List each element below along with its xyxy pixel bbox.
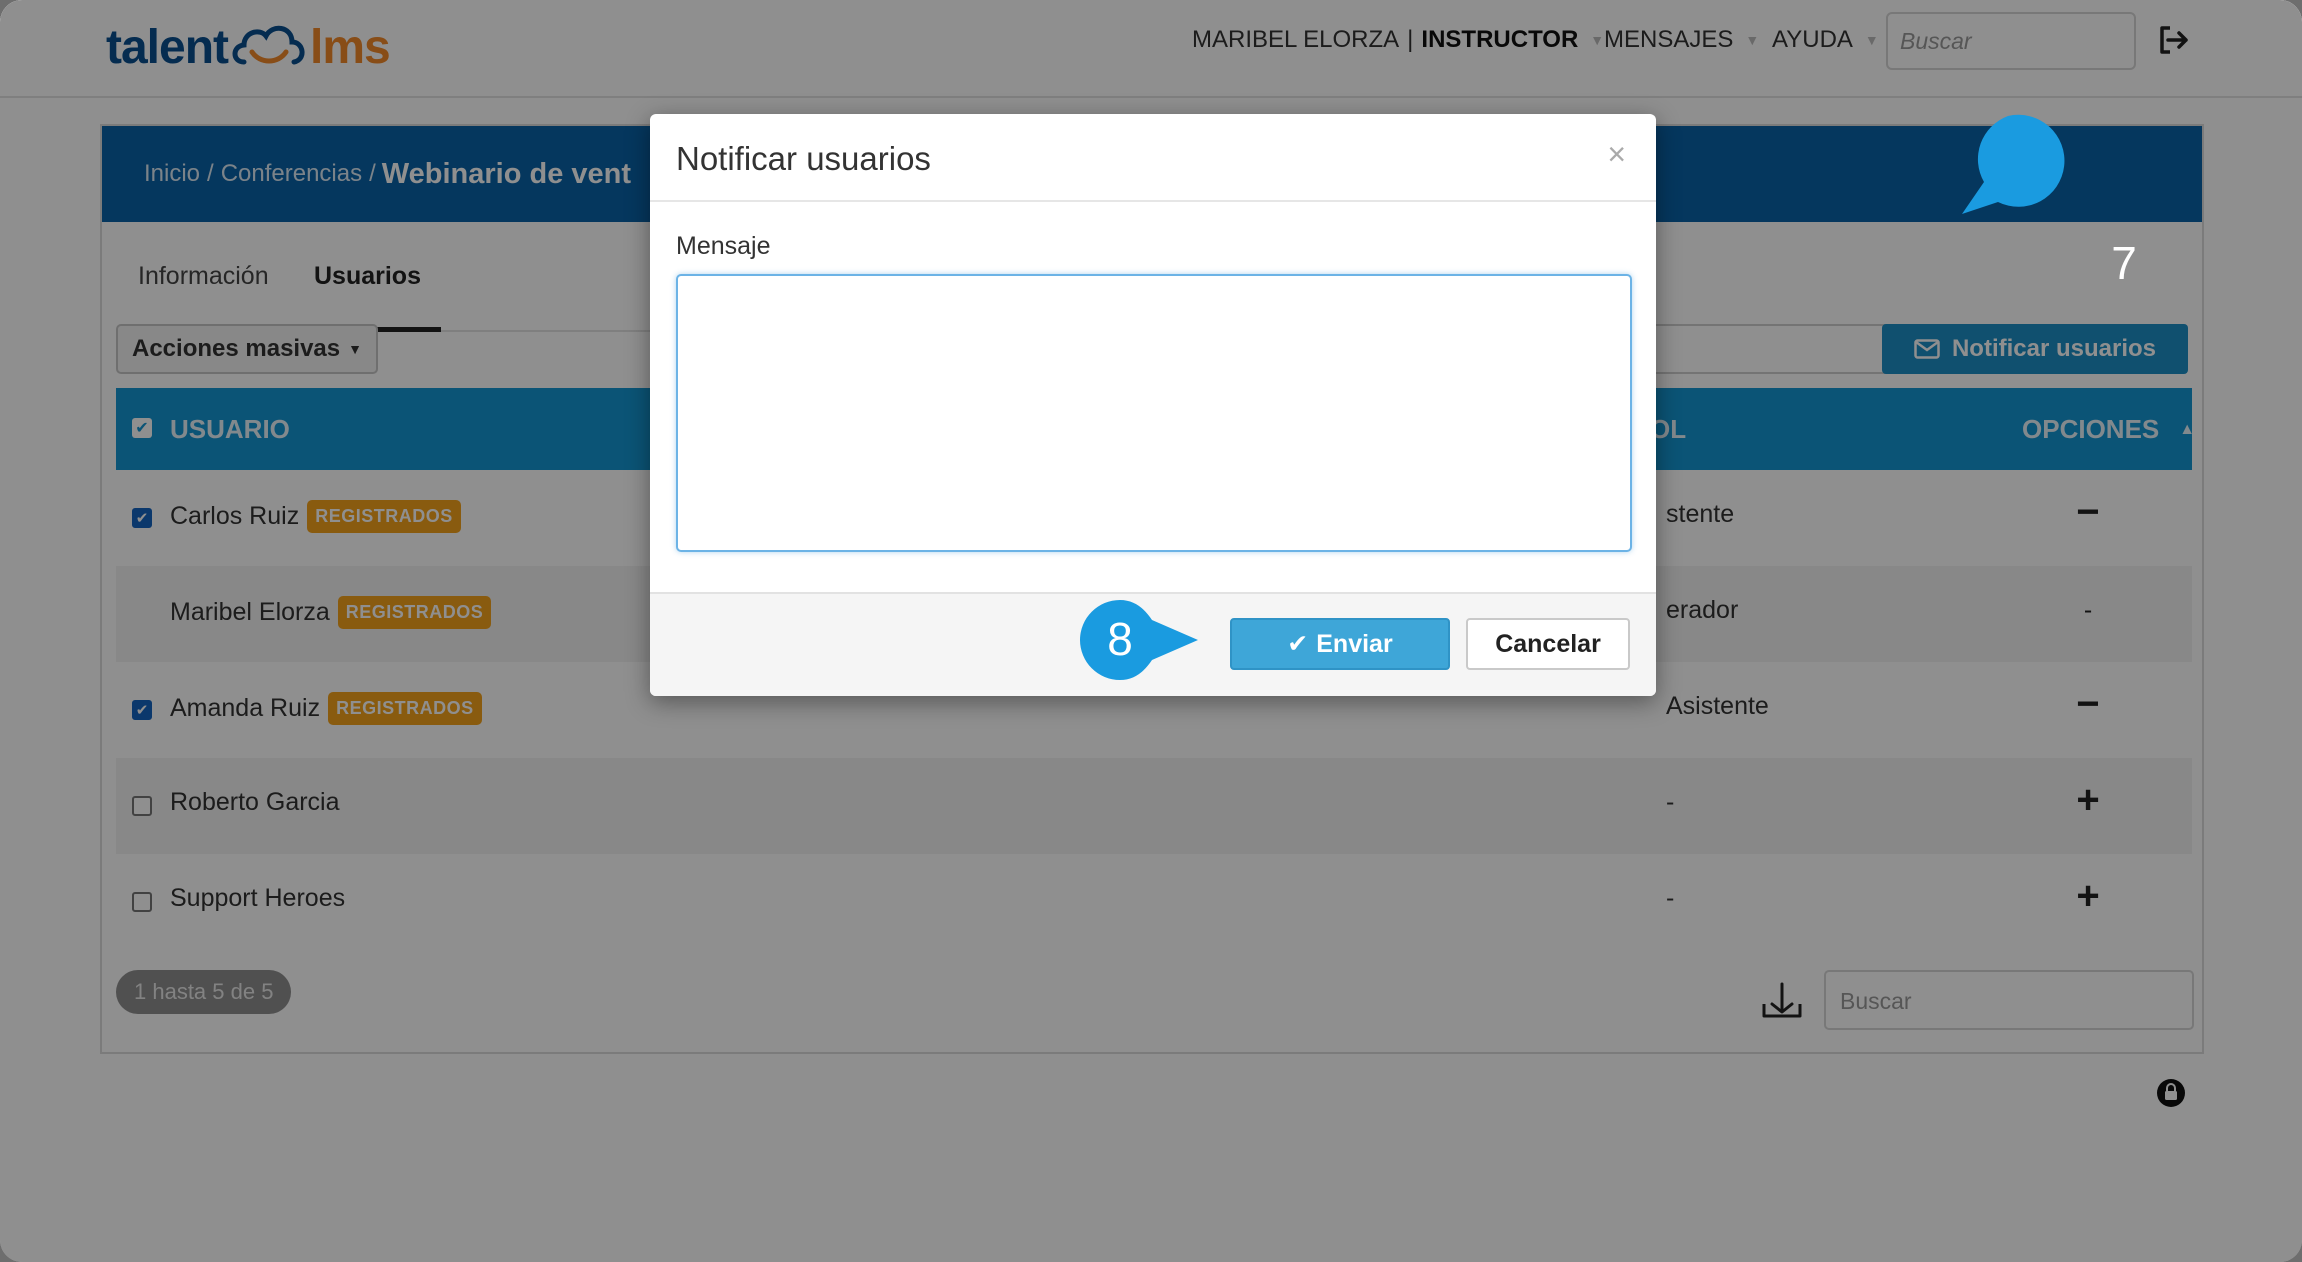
dialog-body: Mensaje [650,202,1656,582]
close-icon[interactable]: × [1607,136,1626,173]
app-window: talent lms MARIBEL ELORZA | INSTRUCTOR ▼… [0,0,2302,1262]
cancel-button[interactable]: Cancelar [1466,618,1630,670]
dialog-title: Notificar usuarios [676,140,931,177]
message-label: Mensaje [676,232,771,260]
step-number-8: 8 [1107,613,1133,665]
message-textarea[interactable] [676,274,1632,552]
step-callout-7 [1962,114,2065,214]
step-callout-8 [1080,600,1198,680]
dialog-header: Notificar usuarios × [650,114,1656,202]
step-number-7: 7 [2111,237,2137,289]
send-button[interactable]: ✔ Enviar [1230,618,1450,670]
check-icon: ✔ [1287,630,1309,658]
send-label: Enviar [1316,629,1393,658]
